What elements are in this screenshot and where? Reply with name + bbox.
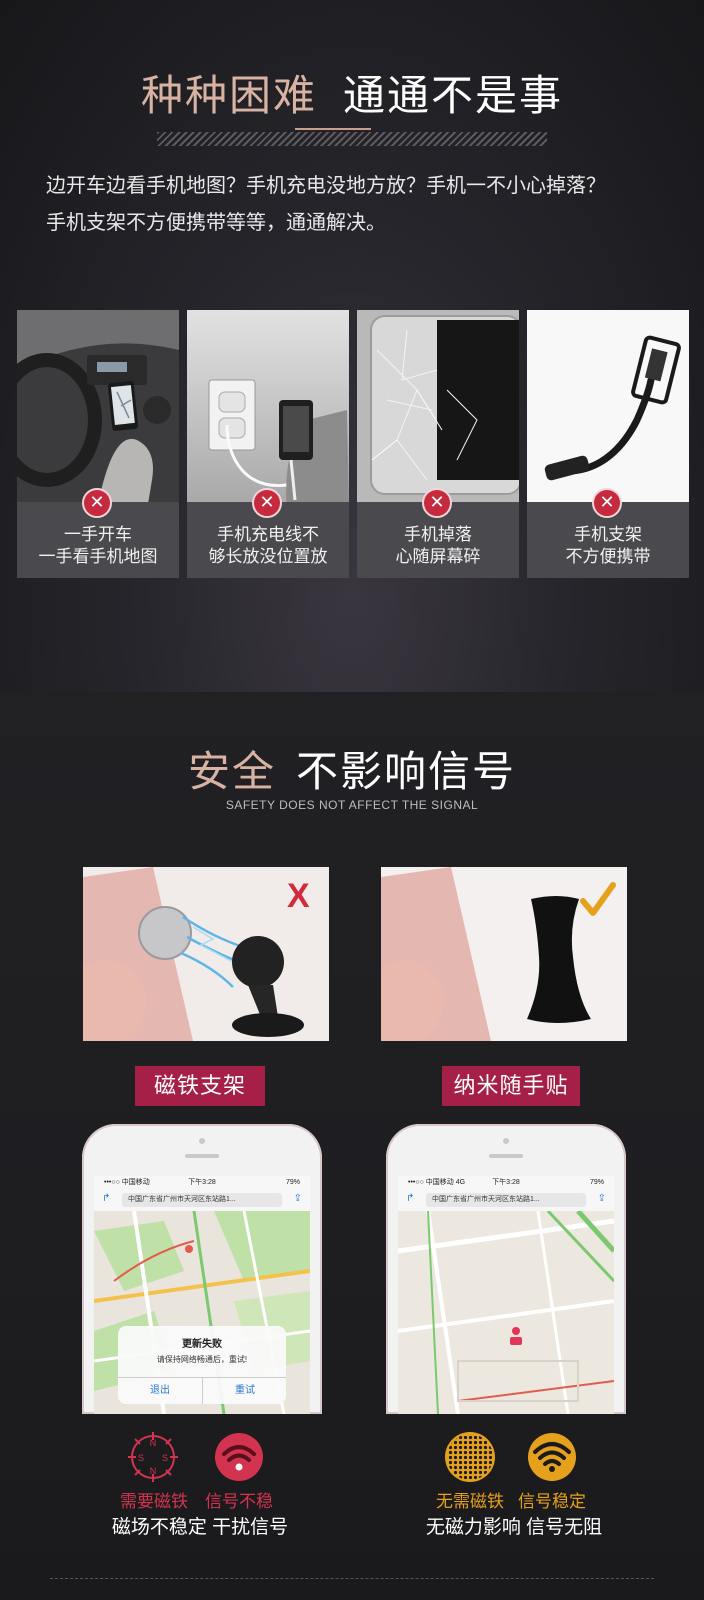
title-divider-accent (295, 128, 371, 130)
phone-speaker (489, 1154, 523, 1158)
caption-line: 够长放没位置放 (208, 547, 328, 566)
dialog-buttons: 退出 重试 (118, 1377, 286, 1404)
caption-line: 手机充电线不 (217, 525, 319, 544)
status-bar: •••○○ 中国移动 下午3:28 79% (94, 1176, 310, 1189)
address-field[interactable]: 中国广东省广州市天河区东站路1... (122, 1193, 282, 1207)
magnet-mount-image: X (83, 867, 329, 1041)
nano-summary: 无磁力影响 信号无阻 (425, 1517, 603, 1538)
nano-badge: 纳米随手贴 (442, 1066, 580, 1106)
error-dialog: 更新失败 请保持网络畅通后，重试! 退出 重试 (118, 1326, 286, 1404)
phone-magnet: •••○○ 中国移动 下午3:28 79% ↱ 中国广东省广州市天河区东站路1.… (82, 1124, 322, 1414)
dialog-cancel-button[interactable]: 退出 (118, 1378, 202, 1404)
x-mark-icon: ✕ (422, 488, 452, 518)
phone-screen: •••○○ 中国移动 4G 下午3:28 79% ↱ 中国广东省广州市天河区东站… (398, 1176, 614, 1414)
intro-line: 边开车边看手机地图？手机充电没地方放？手机一不小心掉落？ (46, 175, 606, 197)
car-mount-photo (527, 310, 689, 502)
clock: 下午3:28 (492, 1179, 520, 1186)
compass-letter: S (162, 1453, 168, 1463)
address-bar[interactable]: ↱ 中国广东省广州市天河区东站路1... ⇪ (94, 1189, 310, 1212)
difficulties-section: 种种困难 通通不是事 边开车边看手机地图？手机充电没地方放？手机一不小心掉落？ 手… (0, 0, 704, 692)
magnet-illustration: X (83, 867, 329, 1041)
caption-line: 一手看手机地图 (38, 547, 158, 566)
driving-photo (17, 310, 179, 502)
signal-unstable-label: 信号不稳 (205, 1492, 273, 1511)
card-caption: 手机支架 不方便携带 (527, 524, 689, 568)
compass-letter: N (150, 1438, 157, 1448)
map-view[interactable] (398, 1211, 614, 1414)
safety-title: 安全 不影响信号 (0, 738, 704, 799)
card-caption: 手机掉落 心随屏幕碎 (357, 524, 519, 568)
route-icon[interactable]: ↱ (406, 1193, 414, 1204)
fail-mark-icon: X (287, 877, 310, 915)
magnet-badge: 磁铁支架 (135, 1066, 265, 1106)
cracked-phone-photo (357, 310, 519, 502)
safety-title-highlight: 安全 (187, 748, 276, 795)
phone-camera (199, 1138, 205, 1144)
problem-card-driving: ✕ 一手开车 一手看手机地图 (17, 310, 179, 578)
magnet-compass-icon: N S S N (128, 1432, 178, 1482)
dialog-retry-button[interactable]: 重试 (202, 1378, 287, 1404)
battery: 79% (589, 1179, 604, 1186)
x-mark-icon: ✕ (82, 488, 112, 518)
bottom-divider (50, 1578, 654, 1579)
card-caption: 一手开车 一手看手机地图 (17, 524, 179, 568)
no-magnet-label: 无需磁铁 (436, 1492, 504, 1511)
title-highlight: 种种困难 (140, 72, 317, 119)
problem-card-cracked: ✕ 手机掉落 心随屏幕碎 (357, 310, 519, 578)
caption-line: 一手开车 (64, 525, 132, 544)
compass-letter: N (150, 1466, 157, 1476)
card-caption: 手机充电线不 够长放没位置放 (187, 524, 349, 568)
section-title: 种种困难 通通不是事 (0, 62, 704, 123)
no-magnet-icon (445, 1432, 495, 1482)
intro-line: 手机支架不方便携带等等，通通解决。 (46, 212, 386, 234)
route-icon[interactable]: ↱ (102, 1193, 110, 1204)
nano-pad-image (381, 867, 627, 1041)
phone-nano: •••○○ 中国移动 4G 下午3:28 79% ↱ 中国广东省广州市天河区东站… (386, 1124, 626, 1414)
needs-magnet-label: 需要磁铁 (120, 1492, 188, 1511)
share-icon[interactable]: ⇪ (598, 1193, 606, 1204)
signal-stable-label: 信号稳定 (518, 1492, 586, 1511)
charger-photo (187, 310, 349, 502)
phone-camera (503, 1138, 509, 1144)
intro-text: 边开车边看手机地图？手机充电没地方放？手机一不小心掉落？ 手机支架不方便携带等等… (46, 168, 676, 242)
caption-line: 心随屏幕碎 (395, 547, 481, 566)
dialog-message: 请保持网络畅通后，重试! (156, 1355, 248, 1364)
clock: 下午3:28 (188, 1179, 216, 1186)
problem-card-charger: ✕ 手机充电线不 够长放没位置放 (187, 310, 349, 578)
phone-speaker (185, 1154, 219, 1158)
problem-card-mount: ✕ 手机支架 不方便携带 (527, 310, 689, 578)
wifi-weak-icon (215, 1433, 263, 1481)
safety-title-main: 不影响信号 (296, 748, 517, 795)
phone-screen: •••○○ 中国移动 下午3:28 79% ↱ 中国广东省广州市天河区东站路1.… (94, 1176, 310, 1414)
caption-line: 不方便携带 (565, 547, 651, 566)
status-bar: •••○○ 中国移动 4G 下午3:28 79% (398, 1176, 614, 1189)
compass-letter: S (138, 1453, 144, 1463)
caption-line: 手机掉落 (404, 525, 472, 544)
share-icon[interactable]: ⇪ (294, 1193, 302, 1204)
x-mark-icon: ✕ (592, 488, 622, 518)
caption-line: 手机支架 (574, 525, 642, 544)
title-divider (157, 128, 547, 146)
wifi-strong-icon (528, 1433, 576, 1481)
dialog-title: 更新失败 (182, 1339, 222, 1350)
safety-subtitle: SAFETY DOES NOT AFFECT THE SIGNAL (225, 798, 479, 812)
battery: 79% (285, 1179, 300, 1186)
problem-cards: ✕ 一手开车 一手看手机地图 ✕ 手机充电线不 够长放没位置放 ✕ 手机掉落 心… (17, 310, 697, 580)
title-main: 通通不是事 (343, 72, 564, 119)
x-mark-icon: ✕ (252, 488, 282, 518)
nano-pad-illustration (381, 867, 627, 1041)
address-bar[interactable]: ↱ 中国广东省广州市天河区东站路1... ⇪ (398, 1189, 614, 1212)
address-field[interactable]: 中国广东省广州市天河区东站路1... (426, 1193, 586, 1207)
magnet-summary: 磁场不稳定 干扰信号 (111, 1517, 289, 1538)
